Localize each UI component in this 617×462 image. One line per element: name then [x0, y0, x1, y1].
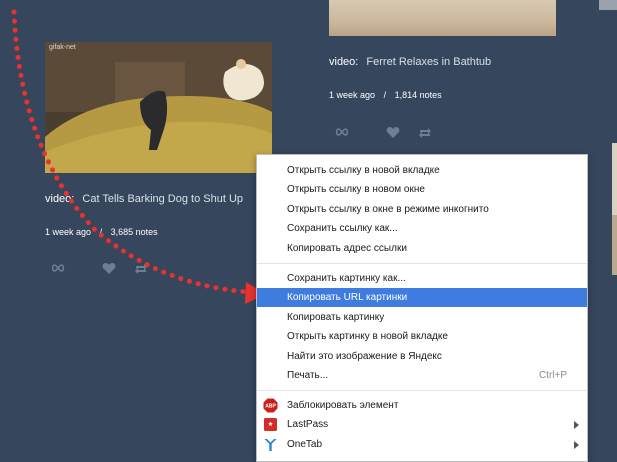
submenu-arrow-icon	[574, 421, 579, 429]
menu-item-save-link-as[interactable]: Сохранить ссылку как...	[257, 219, 587, 238]
menu-item-open-link-new-tab[interactable]: Открыть ссылку в новой вкладке	[257, 161, 587, 180]
svg-text:ABP: ABP	[265, 404, 276, 410]
svg-text:*: *	[269, 421, 273, 432]
menu-item-open-image-new-tab[interactable]: Открыть картинку в новой вкладке	[257, 327, 587, 346]
onetab-icon	[264, 439, 277, 451]
menu-item-copy-image[interactable]: Копировать картинку	[257, 308, 587, 327]
lastpass-icon: *	[264, 418, 277, 432]
menu-separator	[257, 390, 587, 391]
menu-item-copy-image-url[interactable]: Копировать URL картинки	[257, 288, 587, 307]
print-shortcut: Ctrl+P	[538, 370, 567, 381]
menu-item-open-link-new-window[interactable]: Открыть ссылку в новом окне	[257, 180, 587, 199]
submenu-arrow-icon	[574, 441, 579, 449]
menu-item-print[interactable]: Печать... Ctrl+P	[257, 366, 587, 385]
menu-item-search-image-yandex[interactable]: Найти это изображение в Яндекс	[257, 347, 587, 366]
menu-separator	[257, 263, 587, 264]
menu-item-copy-link-address[interactable]: Копировать адрес ссылки	[257, 239, 587, 258]
context-menu: Открыть ссылку в новой вкладке Открыть с…	[256, 154, 588, 462]
menu-item-save-image-as[interactable]: Сохранить картинку как...	[257, 269, 587, 288]
menu-item-open-link-incognito[interactable]: Открыть ссылку в окне в режиме инкогнито	[257, 200, 587, 219]
menu-item-adblock[interactable]: ABP Заблокировать элемент	[257, 396, 587, 415]
menu-item-lastpass[interactable]: * LastPass	[257, 415, 587, 434]
adblock-icon: ABP	[263, 398, 278, 413]
menu-item-onetab[interactable]: OneTab	[257, 435, 587, 454]
